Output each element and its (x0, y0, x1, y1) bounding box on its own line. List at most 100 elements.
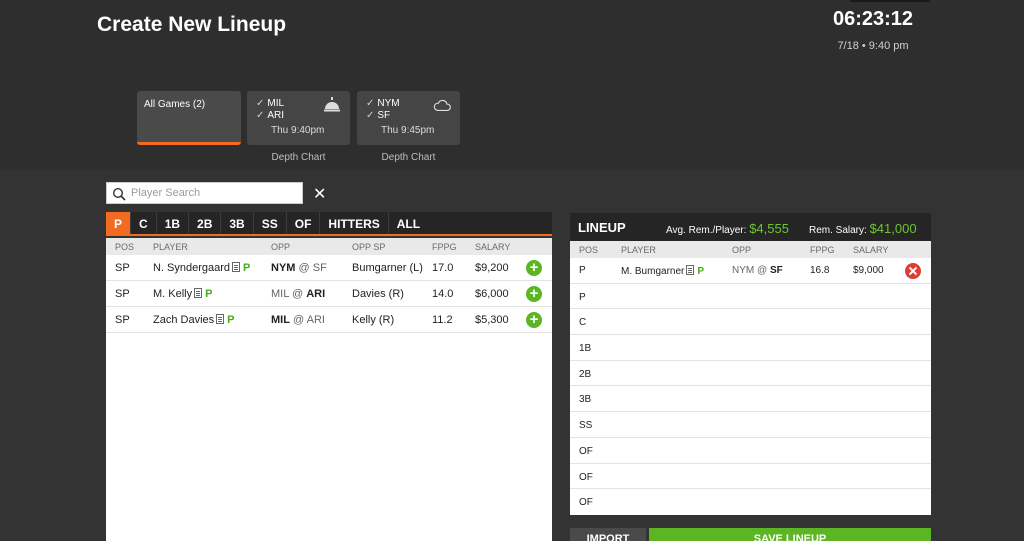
depth-chart-link[interactable]: Depth Chart (357, 152, 460, 163)
check-icon: ✓ (366, 110, 375, 121)
close-icon[interactable]: ✕ (313, 184, 326, 204)
col-fppg: FPPG (810, 245, 835, 255)
game-team-1: ✓ MIL (256, 98, 285, 109)
lineup-slot[interactable]: 3B (570, 386, 931, 413)
player-fppg: 14.0 (432, 288, 454, 300)
table-header: POS PLAYER OPP OPP SP FPPG SALARY (106, 238, 552, 255)
player-name[interactable]: Zach Davies (153, 314, 214, 326)
tab-3b[interactable]: 3B (221, 212, 254, 234)
bell-icon (324, 97, 340, 112)
tab-ss[interactable]: SS (254, 212, 287, 234)
player-search[interactable] (106, 182, 303, 204)
player-salary: $6,000 (475, 288, 509, 300)
lineup-table: POS PLAYER OPP FPPG SALARY P M. Bumgarne… (570, 241, 931, 515)
player-opp-sp: Kelly (R) (352, 314, 395, 326)
lineup-slot-filled[interactable]: P M. Bumgarner P NYM @ SF 16.8 $9,000 (570, 258, 931, 284)
player-fppg: 11.2 (432, 314, 453, 326)
add-player-button[interactable]: + (526, 260, 542, 276)
depth-chart-link[interactable]: Depth Chart (247, 152, 350, 163)
lineup-slot[interactable]: P (570, 284, 931, 310)
import-button[interactable]: IMPORT (570, 528, 646, 541)
game-team-2: ✓ SF (366, 110, 391, 121)
tab-hitters[interactable]: HITTERS (320, 212, 389, 234)
slot-pos: OF (579, 445, 593, 457)
lineup-slot[interactable]: 1B (570, 335, 931, 361)
tab-of[interactable]: OF (287, 212, 321, 234)
col-opp-sp[interactable]: OPP SP (352, 242, 385, 252)
player-opp-sp: Davies (R) (352, 288, 404, 300)
col-opp: OPP (732, 245, 752, 255)
col-pos: POS (579, 245, 599, 255)
remove-player-button[interactable] (905, 263, 921, 279)
game-time: Thu 9:40pm (271, 125, 325, 136)
table-row[interactable]: SP M. Kelly P MIL @ ARI Davies (R) 14.0 $… (106, 281, 552, 307)
game-card-nym-sf[interactable]: ✓ NYM ✓ SF Thu 9:45pm (357, 91, 460, 145)
news-icon[interactable] (686, 265, 695, 275)
news-icon[interactable] (232, 262, 241, 272)
search-input[interactable] (131, 185, 299, 201)
player-opp: MIL @ ARI (271, 288, 326, 300)
slot-fppg: 16.8 (810, 265, 830, 276)
player-salary: $9,200 (475, 262, 509, 274)
tab-1b[interactable]: 1B (157, 212, 190, 234)
game-card-mil-ari[interactable]: ✓ MIL ✓ ARI Thu 9:40pm (247, 91, 350, 145)
tab-all[interactable]: ALL (389, 212, 428, 234)
player-pos: SP (115, 314, 130, 326)
save-lineup-button[interactable]: SAVE LINEUP (649, 528, 931, 541)
player-pos: SP (115, 288, 130, 300)
player-salary: $5,300 (475, 314, 509, 326)
clock-divider (850, 0, 930, 2)
remaining-salary: Rem. Salary: $41,000 (809, 221, 917, 236)
lineup-slot[interactable]: SS (570, 412, 931, 438)
header-bar: Create New Lineup 06:23:12 7/18 • 9:40 p… (0, 0, 1024, 170)
player-pos: SP (115, 262, 130, 274)
probable-tag: P (243, 262, 251, 274)
lineup-slot[interactable]: 2B (570, 361, 931, 387)
col-pos[interactable]: POS (115, 242, 134, 252)
check-icon: ✓ (366, 98, 375, 109)
add-player-button[interactable]: + (526, 286, 542, 302)
table-row[interactable]: SP Zach Davies P MIL @ ARI Kelly (R) 11.2… (106, 307, 552, 333)
add-player-button[interactable]: + (526, 312, 542, 328)
col-player[interactable]: PLAYER (153, 242, 188, 252)
slot-pos: OF (579, 471, 593, 483)
probable-tag: P (697, 266, 705, 277)
table-header: POS PLAYER OPP FPPG SALARY (570, 241, 931, 258)
lineup-slot[interactable]: OF (570, 464, 931, 490)
player-name[interactable]: M. Kelly (153, 288, 192, 300)
lineup-slot[interactable]: OF (570, 438, 931, 464)
slot-salary: $9,000 (853, 265, 884, 276)
table-row[interactable]: SP N. Syndergaard P NYM @ SF Bumgarner (L… (106, 255, 552, 281)
lineup-slot[interactable]: C (570, 309, 931, 336)
all-games-filter[interactable]: All Games (2) (137, 91, 241, 145)
player-pool-table: POS PLAYER OPP OPP SP FPPG SALARY SP N. … (106, 238, 552, 541)
player-fppg: 17.0 (432, 262, 454, 274)
col-salary: SALARY (853, 245, 889, 255)
check-icon: ✓ (256, 110, 265, 121)
tab-2b[interactable]: 2B (189, 212, 222, 234)
player-name-cell: N. Syndergaard P (153, 262, 250, 274)
player-name-cell: Zach Davies P (153, 314, 234, 326)
player-opp: NYM @ SF (271, 262, 327, 274)
player-opp-sp: Bumgarner (L) (352, 262, 423, 274)
news-icon[interactable] (216, 314, 225, 324)
slot-pos: 3B (579, 394, 592, 406)
probable-tag: P (227, 314, 235, 326)
col-opp[interactable]: OPP (271, 242, 290, 252)
tab-p[interactable]: P (106, 212, 132, 234)
lineup-slot[interactable]: OF (570, 489, 931, 515)
position-tabs: P C 1B 2B 3B SS OF HITTERS ALL (106, 212, 552, 236)
lineup-header: LINEUP Avg. Rem./Player: $4,555 Rem. Sal… (570, 213, 931, 241)
slot-player[interactable]: M. Bumgarner (621, 266, 684, 277)
cloud-icon (433, 99, 451, 111)
search-icon (112, 187, 126, 201)
col-salary[interactable]: SALARY (475, 242, 510, 252)
game-time: Thu 9:45pm (381, 125, 435, 136)
tab-c[interactable]: C (131, 212, 157, 234)
slot-pos: P (579, 265, 586, 276)
game-team-2: ✓ ARI (256, 110, 285, 121)
col-fppg[interactable]: FPPG (432, 242, 457, 252)
news-icon[interactable] (194, 288, 203, 298)
player-name[interactable]: N. Syndergaard (153, 262, 230, 274)
slot-pos: 2B (579, 368, 592, 380)
